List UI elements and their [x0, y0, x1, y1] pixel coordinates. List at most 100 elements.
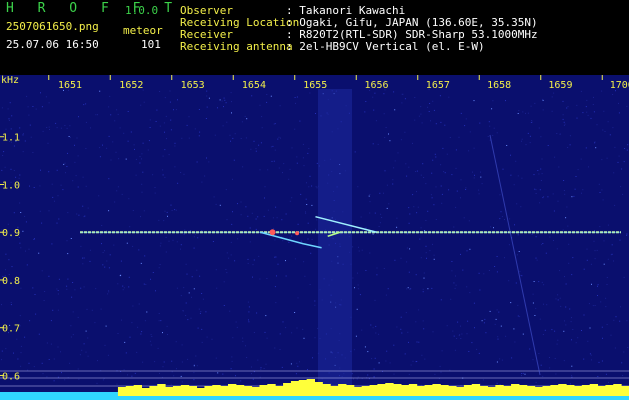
noise-speck	[151, 336, 153, 337]
noise-speck	[274, 347, 276, 349]
noise-speck	[123, 287, 125, 289]
noise-speck	[535, 307, 537, 309]
noise-speck	[33, 187, 35, 188]
noise-speck	[83, 286, 85, 288]
noise-speck	[415, 171, 417, 172]
noise-speck	[496, 256, 498, 257]
noise-speck	[245, 137, 247, 139]
noise-speck	[354, 287, 355, 289]
power-bar	[212, 385, 221, 396]
noise-speck	[299, 120, 301, 122]
noise-speck	[48, 171, 50, 173]
noise-speck	[46, 342, 48, 344]
noise-speck	[397, 152, 399, 154]
noise-speck	[564, 123, 566, 125]
noise-speck	[542, 334, 544, 335]
noise-speck	[255, 218, 257, 220]
noise-speck	[514, 341, 516, 343]
noise-speck	[186, 124, 188, 126]
noise-speck	[587, 114, 589, 116]
noise-speck	[113, 244, 115, 246]
noise-speck	[406, 247, 408, 249]
power-bar	[259, 385, 268, 396]
noise-speck	[168, 240, 170, 242]
noise-speck	[157, 347, 159, 349]
noise-speck	[123, 369, 125, 371]
noise-speck	[231, 356, 233, 358]
noise-speck	[89, 249, 91, 251]
noise-speck	[32, 287, 34, 289]
noise-speck	[606, 157, 608, 159]
noise-speck	[47, 142, 49, 144]
noise-speck	[433, 204, 435, 206]
noise-speck	[389, 140, 391, 142]
noise-speck	[155, 290, 156, 292]
noise-speck	[253, 332, 255, 333]
noise-speck	[51, 243, 53, 245]
noise-speck	[455, 284, 457, 286]
noise-speck	[30, 136, 32, 138]
noise-speck	[189, 230, 191, 232]
power-bar	[23, 392, 32, 396]
noise-speck	[274, 149, 276, 151]
noise-speck	[29, 185, 30, 187]
noise-speck	[206, 95, 208, 97]
noise-speck	[448, 96, 450, 98]
noise-speck	[538, 173, 540, 175]
noise-speck	[496, 132, 498, 134]
noise-speck	[383, 192, 384, 194]
noise-speck	[465, 118, 467, 120]
noise-speck	[100, 308, 102, 310]
noise-speck	[542, 99, 544, 101]
noise-speck	[359, 294, 361, 296]
noise-speck	[519, 316, 521, 318]
noise-speck	[87, 355, 89, 357]
noise-speck	[304, 275, 306, 277]
noise-speck	[383, 93, 385, 95]
noise-speck	[515, 160, 517, 162]
noise-speck	[601, 326, 603, 328]
power-bar	[369, 385, 378, 396]
noise-speck	[599, 192, 601, 193]
noise-speck	[493, 127, 495, 129]
noise-speck	[102, 379, 104, 381]
noise-speck	[281, 366, 283, 368]
noise-speck	[529, 135, 531, 137]
power-bar	[345, 385, 355, 396]
noise-speck	[8, 259, 10, 261]
noise-speck	[20, 212, 22, 213]
noise-speck	[107, 293, 109, 295]
noise-speck	[576, 117, 578, 119]
meteor-head	[269, 229, 276, 236]
noise-speck	[206, 336, 208, 338]
noise-speck	[77, 368, 79, 370]
noise-speck	[422, 163, 424, 165]
noise-speck	[551, 96, 553, 98]
noise-speck	[150, 334, 152, 336]
power-bar	[581, 385, 591, 396]
noise-speck	[52, 309, 54, 311]
noise-speck	[571, 196, 573, 198]
noise-speck	[263, 368, 265, 369]
noise-speck	[106, 230, 108, 232]
noise-speck	[580, 90, 582, 92]
power-bar	[361, 386, 371, 396]
noise-speck	[309, 175, 311, 177]
noise-speck	[469, 248, 471, 250]
noise-speck	[137, 326, 139, 328]
noise-speck	[478, 189, 480, 191]
power-bar	[298, 380, 308, 396]
noise-speck	[11, 115, 13, 117]
noise-speck	[264, 197, 265, 199]
noise-speck	[602, 337, 603, 339]
noise-speck	[540, 364, 542, 366]
noise-speck	[369, 252, 371, 254]
noise-speck	[295, 373, 297, 375]
noise-speck	[455, 167, 457, 169]
noise-speck	[581, 192, 582, 194]
noise-speck	[385, 360, 387, 362]
noise-speck	[405, 312, 407, 314]
noise-speck	[465, 189, 467, 190]
noise-speck	[373, 109, 375, 111]
noise-speck	[121, 319, 122, 321]
